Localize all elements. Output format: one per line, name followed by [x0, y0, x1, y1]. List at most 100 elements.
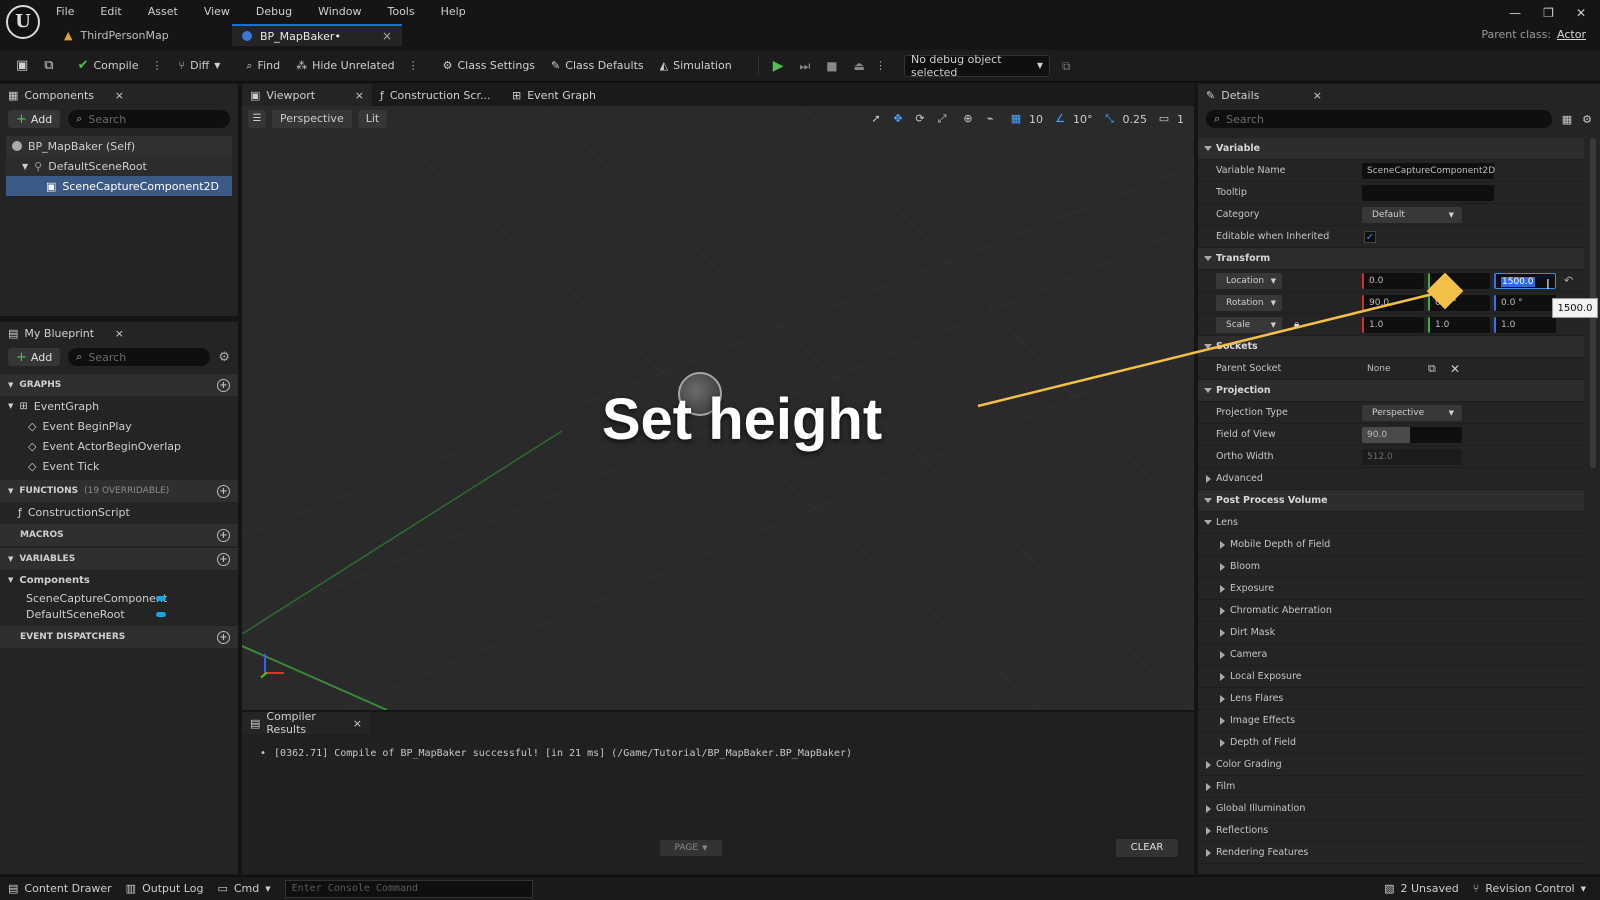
event-tick-item[interactable]: ◇ Event Tick [0, 456, 238, 476]
details-tab[interactable]: ✎ Details × [1198, 84, 1330, 106]
translate-mode-icon[interactable]: ✥ [889, 110, 907, 128]
location-y-input[interactable] [1428, 272, 1490, 289]
gear-icon[interactable]: ⚙ [218, 350, 230, 365]
close-icon[interactable]: × [355, 89, 364, 102]
ppv-item[interactable]: Global Illumination [1198, 798, 1584, 820]
scale-x-input[interactable]: 1.0 [1362, 316, 1424, 333]
lock-icon[interactable]: 🔒︎ [1294, 319, 1299, 330]
camera-speed-icon[interactable]: ▭ [1155, 110, 1173, 128]
my-blueprint-tab[interactable]: ▤ My Blueprint × [0, 322, 132, 344]
menu-file[interactable]: File [56, 5, 74, 18]
lens-item[interactable]: Depth of Field [1198, 732, 1584, 754]
tooltip-input[interactable] [1362, 184, 1494, 201]
minimize-icon[interactable]: — [1509, 6, 1521, 20]
lit-button[interactable]: Lit [357, 110, 388, 128]
close-icon[interactable]: × [115, 327, 124, 340]
lens-item[interactable]: Dirt Mask [1198, 622, 1584, 644]
projection-type-dropdown[interactable]: Perspective ▼ [1362, 404, 1462, 421]
projection-category[interactable]: Projection [1198, 380, 1584, 402]
rotation-snap-value[interactable]: 10° [1073, 113, 1093, 126]
kebab-icon[interactable]: ⋮ [408, 59, 419, 72]
kebab-icon[interactable]: ⋮ [875, 59, 886, 72]
debug-browse-icon[interactable]: ⧉ [1062, 60, 1071, 72]
select-mode-icon[interactable]: ➚ [867, 110, 885, 128]
component-defaultsceneroot[interactable]: ▼ ⚲ DefaultSceneRoot [6, 156, 232, 176]
scale-mode-dropdown[interactable]: Scale ▼ [1216, 316, 1282, 333]
my-blueprint-search-input[interactable]: ⌕ Search [68, 348, 211, 366]
components-search-input[interactable]: ⌕ Search [68, 110, 230, 128]
advanced-row[interactable]: Advanced [1198, 468, 1584, 490]
variables-section[interactable]: ▼ VARIABLES + [0, 548, 238, 570]
lens-row[interactable]: Lens [1198, 512, 1584, 534]
lens-item[interactable]: Image Effects [1198, 710, 1584, 732]
rotation-snap-icon[interactable]: ∠ [1051, 110, 1069, 128]
variable-item[interactable]: SceneCaptureComponent [0, 590, 238, 606]
viewport[interactable]: ☰ Perspective Lit ➚ ✥ ⟳ ⤢ ⊕ ⌁ ▦ 10 ∠ 10°… [242, 106, 1194, 710]
menu-help[interactable]: Help [441, 5, 466, 18]
page-dropdown[interactable]: PAGE ▼ [660, 840, 722, 856]
close-icon[interactable]: × [1313, 89, 1322, 102]
event-beginplay-item[interactable]: ◇ Event BeginPlay [0, 416, 238, 436]
class-settings-button[interactable]: ⚙ Class Settings [437, 54, 541, 78]
scale-snap-icon[interactable]: ⤡ [1101, 110, 1119, 128]
tab-viewport[interactable]: ▣ Viewport × [242, 84, 372, 106]
hide-unrelated-button[interactable]: ⁂ Hide Unrelated ⋮ [290, 54, 425, 78]
surface-snap-icon[interactable]: ⌁ [981, 110, 999, 128]
variable-item[interactable]: DefaultSceneRoot [0, 606, 238, 622]
rotation-z-input[interactable]: 0.0 ° [1494, 294, 1556, 311]
macros-section[interactable]: MACROS + [0, 524, 238, 546]
cmd-dropdown[interactable]: ▭ Cmd ▼ [217, 882, 270, 895]
debug-object-dropdown[interactable]: No debug object selected ▼ [903, 53, 1050, 79]
parent-class-link[interactable]: Actor [1557, 28, 1586, 41]
compile-button[interactable]: ✔ Compile ⋮ [72, 54, 169, 78]
parent-socket-value[interactable]: None [1362, 360, 1420, 377]
add-member-button[interactable]: + Add [8, 348, 61, 366]
doc-tab-bp-mapbaker[interactable]: BP_MapBaker• × [232, 24, 402, 46]
location-mode-dropdown[interactable]: Location ▼ [1216, 272, 1282, 289]
grid-snap-value[interactable]: 10 [1029, 113, 1043, 126]
socket-browse-icon[interactable]: ⧉ [1428, 362, 1436, 376]
world-local-icon[interactable]: ⊕ [959, 110, 977, 128]
clear-socket-icon[interactable]: ✕ [1450, 362, 1460, 376]
location-x-input[interactable]: 0.0 [1362, 272, 1424, 289]
scale-y-input[interactable]: 1.0 [1428, 316, 1490, 333]
table-view-icon[interactable]: ▦ [1562, 113, 1572, 126]
unsaved-button[interactable]: ▧ 2 Unsaved [1384, 882, 1459, 895]
scale-mode-icon[interactable]: ⤢ [933, 110, 951, 128]
component-scenecapture2d[interactable]: ▣ SceneCaptureComponent2D [6, 176, 232, 196]
eject-button[interactable]: ⏏ [848, 54, 871, 78]
collapse-arrow-icon[interactable]: ▼ [22, 162, 28, 171]
content-drawer-button[interactable]: ▤ Content Drawer [8, 882, 112, 895]
lens-item[interactable]: Chromatic Aberration [1198, 600, 1584, 622]
add-component-button[interactable]: + Add [8, 110, 61, 128]
doc-tab-thirdpersonmap[interactable]: ▲ ThirdPersonMap [54, 24, 232, 46]
ppv-item[interactable]: Color Grading [1198, 754, 1584, 776]
lens-item[interactable]: Bloom [1198, 556, 1584, 578]
step-button[interactable]: ⏭ [793, 54, 816, 78]
output-log-button[interactable]: ▥ Output Log [126, 882, 204, 895]
maximize-icon[interactable]: ❐ [1543, 6, 1554, 20]
graphs-section[interactable]: ▼ GRAPHS + [0, 374, 238, 396]
components-category[interactable]: ▼ Components [0, 570, 238, 590]
gear-icon[interactable]: ⚙ [1582, 113, 1592, 126]
editable-inherited-checkbox[interactable]: ✓ [1364, 230, 1376, 243]
lens-item[interactable]: Exposure [1198, 578, 1584, 600]
class-defaults-button[interactable]: ✎ Class Defaults [545, 54, 650, 78]
play-button[interactable]: ▶ [767, 54, 790, 78]
console-command-input[interactable]: Enter Console Command [284, 879, 533, 898]
scale-z-input[interactable]: 1.0 [1494, 316, 1556, 333]
revision-control-button[interactable]: ⑂ Revision Control ▼ [1473, 882, 1586, 895]
save-button[interactable]: ▣ [10, 54, 34, 78]
viewport-menu-button[interactable]: ☰ [248, 110, 266, 128]
event-dispatchers-section[interactable]: EVENT DISPATCHERS + [0, 626, 238, 648]
construction-script-item[interactable]: ƒ ConstructionScript [0, 502, 238, 522]
scale-snap-value[interactable]: 0.25 [1123, 113, 1148, 126]
menu-debug[interactable]: Debug [256, 5, 292, 18]
kebab-icon[interactable]: ⋮ [152, 59, 163, 72]
fov-slider[interactable]: 90.0 [1362, 426, 1462, 443]
ppv-item[interactable]: Film [1198, 776, 1584, 798]
details-search-input[interactable]: ⌕ Search [1206, 110, 1552, 128]
lens-item[interactable]: Lens Flares [1198, 688, 1584, 710]
tab-construction-script[interactable]: ƒ Construction Scr... [372, 84, 504, 106]
ortho-width-input[interactable]: 512.0 [1362, 448, 1462, 465]
